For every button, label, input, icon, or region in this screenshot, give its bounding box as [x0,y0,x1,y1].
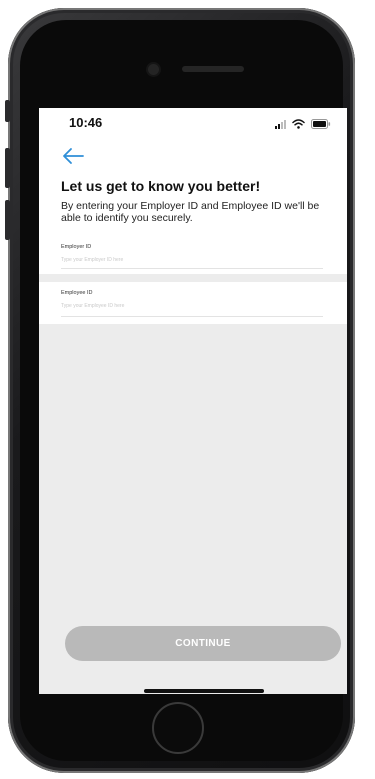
employer-id-input[interactable] [61,254,323,266]
wifi-icon [292,119,305,129]
battery-icon [311,119,331,129]
employee-id-underline [61,316,323,317]
app-screen: 10:46 Let us get to know you better! By … [39,108,347,694]
page-subtitle: By entering your Employer ID and Employe… [61,200,320,224]
status-icons [275,119,331,129]
arrow-left-icon[interactable] [61,146,85,166]
phone-frame: 10:46 Let us get to know you better! By … [5,8,355,773]
employer-id-field: Employer ID [39,234,347,274]
home-indicator[interactable] [144,689,264,693]
continue-button[interactable]: CONTINUE [65,626,341,661]
earpiece-speaker [182,66,244,72]
employee-id-label: Employee ID [61,290,93,296]
volume-up-button [5,148,10,188]
home-button[interactable] [152,702,204,754]
page-title: Let us get to know you better! [61,178,261,194]
employer-id-label: Employer ID [61,244,92,250]
employee-id-field: Employee ID [39,282,347,324]
employee-id-input[interactable] [61,300,323,312]
front-camera [148,64,159,75]
volume-down-button [5,200,10,240]
employer-id-underline [61,268,323,269]
status-time: 10:46 [69,115,103,130]
signal-icon [275,119,286,129]
status-bar: 10:46 [39,108,347,140]
mute-switch [5,100,10,122]
